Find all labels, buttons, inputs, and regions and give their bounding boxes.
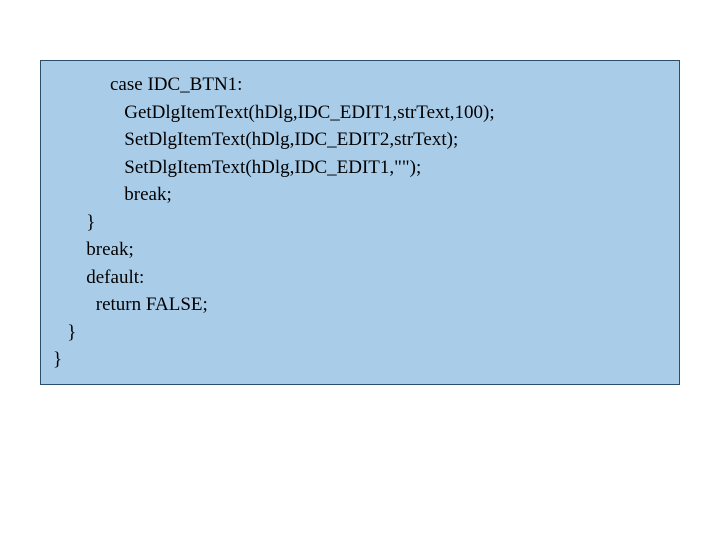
code-line: }	[53, 209, 667, 237]
code-line: }	[53, 346, 667, 374]
code-line: case IDC_BTN1:	[53, 71, 667, 99]
code-line: SetDlgItemText(hDlg,IDC_EDIT1,"");	[53, 154, 667, 182]
code-line: break;	[53, 236, 667, 264]
code-line: GetDlgItemText(hDlg,IDC_EDIT1,strText,10…	[53, 99, 667, 127]
code-line: return FALSE;	[53, 291, 667, 319]
code-block: case IDC_BTN1: GetDlgItemText(hDlg,IDC_E…	[40, 60, 680, 385]
code-line: SetDlgItemText(hDlg,IDC_EDIT2,strText);	[53, 126, 667, 154]
code-line: }	[53, 319, 667, 347]
code-line: break;	[53, 181, 667, 209]
code-line: default:	[53, 264, 667, 292]
